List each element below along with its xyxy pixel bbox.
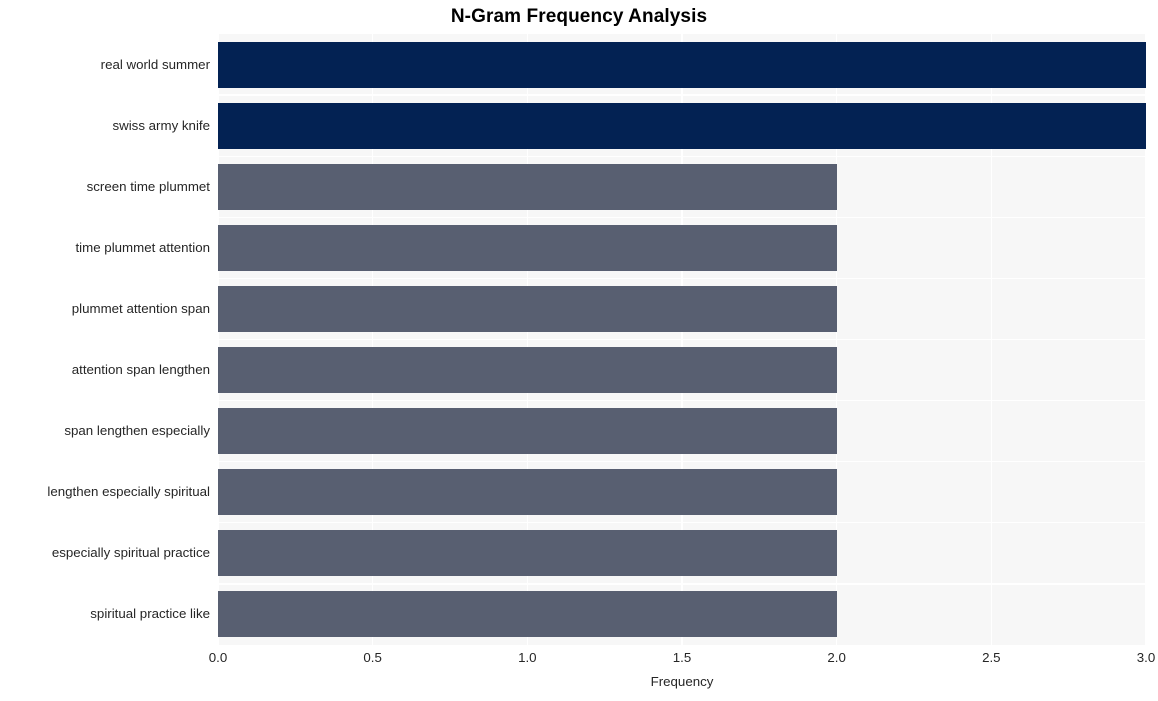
x-axis-tick-label: 1.5: [672, 650, 692, 665]
bar: [218, 224, 837, 271]
x-axis-tick-label: 3.0: [1136, 650, 1156, 665]
gridline-horizontal: [218, 338, 1146, 341]
y-axis-tick-label: swiss army knife: [112, 117, 210, 133]
plot-area: [218, 34, 1146, 645]
bar: [218, 347, 837, 394]
y-axis-tick-label: plummet attention span: [71, 300, 210, 316]
bar: [218, 530, 837, 577]
bar: [218, 591, 837, 638]
y-axis-tick-label: screen time plummet: [86, 178, 210, 194]
x-axis-tick-label: 0.0: [208, 650, 228, 665]
y-axis-tick-label: attention span lengthen: [71, 362, 210, 378]
x-axis-tick-label: 1.0: [518, 650, 537, 665]
gridline-horizontal: [218, 583, 1146, 585]
bar: [218, 408, 837, 455]
x-axis-ticks: 0.0 0.5 1.0 1.5 2.0 2.5 3.0: [209, 645, 1156, 669]
y-axis-tick-label: especially spiritual practice: [51, 545, 210, 561]
bar: [218, 102, 1146, 149]
x-axis-tick-label: 2.0: [827, 650, 846, 665]
x-axis-tick-label: 2.5: [982, 650, 1001, 665]
bar: [218, 41, 1146, 88]
gridline-horizontal: [218, 522, 1146, 524]
chart-figure: N-Gram Frequency Analysis real world sum…: [0, 0, 1158, 701]
x-axis-tick-label: 0.5: [363, 650, 382, 665]
gridline-horizontal: [218, 216, 1146, 218]
y-axis-tick-label: spiritual practice like: [90, 606, 210, 622]
gridline-horizontal: [218, 155, 1146, 157]
bar: [218, 285, 837, 332]
y-axis-tick-label: time plummet attention: [75, 239, 210, 255]
y-axis-labels: real world summer swiss army knife screen …: [0, 34, 218, 645]
y-axis-tick-label: real world summer: [100, 56, 210, 72]
bar: [218, 163, 837, 210]
gridline-horizontal: [218, 461, 1146, 463]
gridline-horizontal: [218, 399, 1146, 402]
gridline-horizontal: [218, 277, 1146, 280]
bar: [218, 469, 837, 516]
y-axis-tick-label: span lengthen especially: [64, 423, 210, 439]
x-axis-label: Frequency: [650, 674, 714, 689]
gridline-horizontal: [218, 94, 1146, 96]
chart-title: N-Gram Frequency Analysis: [450, 6, 708, 27]
y-axis-tick-label: lengthen especially spiritual: [47, 484, 210, 500]
